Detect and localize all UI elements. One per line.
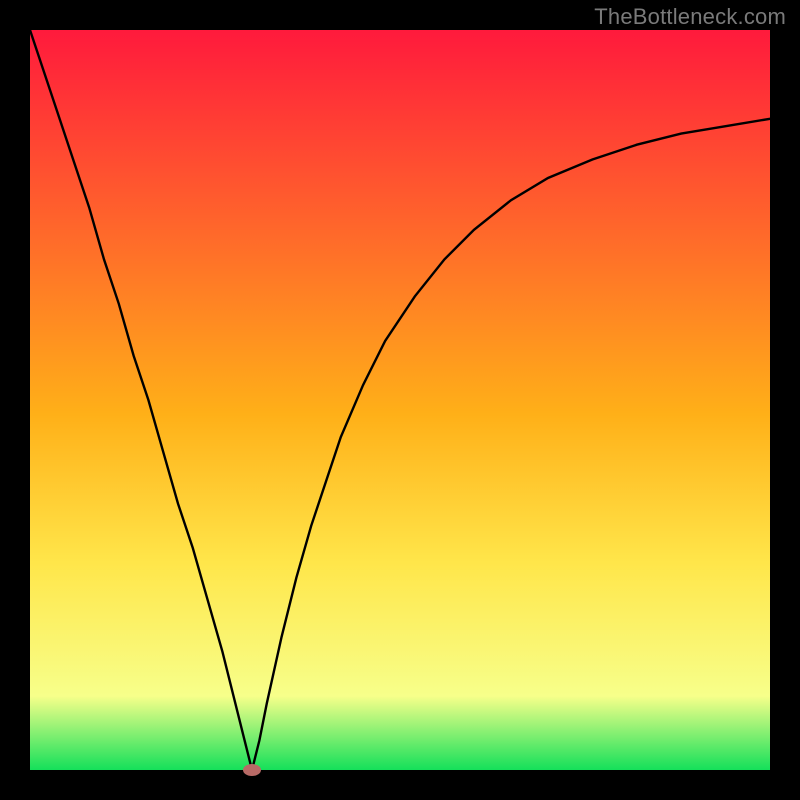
- plot-gradient-background: [30, 30, 770, 770]
- watermark-text: TheBottleneck.com: [594, 4, 786, 30]
- bottleneck-chart: [0, 0, 800, 800]
- optimal-point-marker: [243, 764, 261, 776]
- chart-frame: TheBottleneck.com: [0, 0, 800, 800]
